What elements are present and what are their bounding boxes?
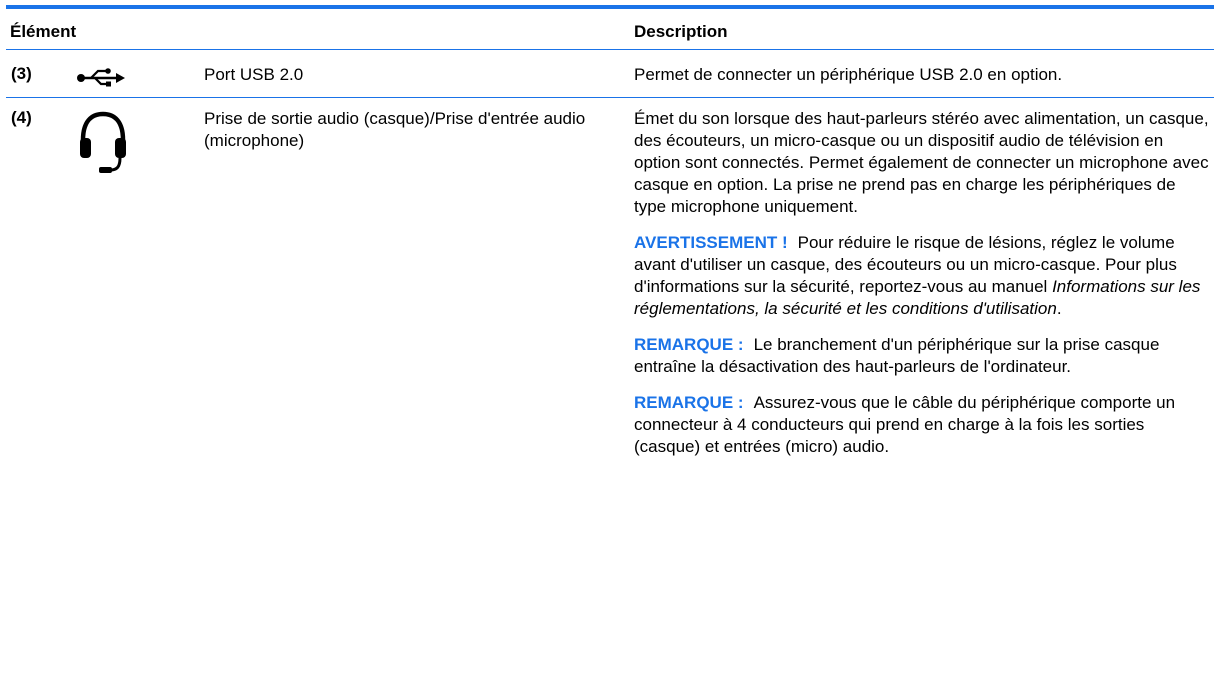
row-number: (3): [11, 64, 32, 83]
usb-icon: [76, 67, 126, 92]
table-header: Élément Description: [6, 9, 1214, 50]
warning-label: AVERTISSEMENT !: [634, 233, 788, 252]
row-number: (4): [11, 108, 32, 127]
note-label: REMARQUE :: [634, 393, 744, 412]
component-description-block: Émet du son lorsque des haut-parleurs st…: [634, 108, 1209, 472]
table-row: (4) Prise de sortie audio (casque)/Prise…: [6, 98, 1214, 688]
component-name: Prise de sortie audio (casque)/Prise d'e…: [204, 109, 586, 150]
component-description: Permet de connecter un périphérique USB …: [634, 65, 1063, 84]
component-table: Élément Description (3) Port USB 2.0 Per…: [6, 5, 1214, 688]
warning-text-end: .: [1056, 299, 1062, 318]
header-element: Élément: [10, 22, 77, 41]
headphones-icon: [77, 110, 129, 179]
table-row: (3) Port USB 2.0 Permet de connecter un …: [6, 50, 1214, 98]
header-description: Description: [634, 22, 728, 41]
note-paragraph: REMARQUE : Assurez-vous que le câble du p…: [634, 392, 1209, 458]
note-paragraph: REMARQUE : Le branchement d'un périphériq…: [634, 334, 1209, 378]
component-name: Port USB 2.0: [204, 65, 304, 84]
note-label: REMARQUE :: [634, 335, 744, 354]
component-description: Émet du son lorsque des haut-parleurs st…: [634, 109, 1209, 216]
warning-paragraph: AVERTISSEMENT ! Pour réduire le risque de…: [634, 232, 1209, 320]
